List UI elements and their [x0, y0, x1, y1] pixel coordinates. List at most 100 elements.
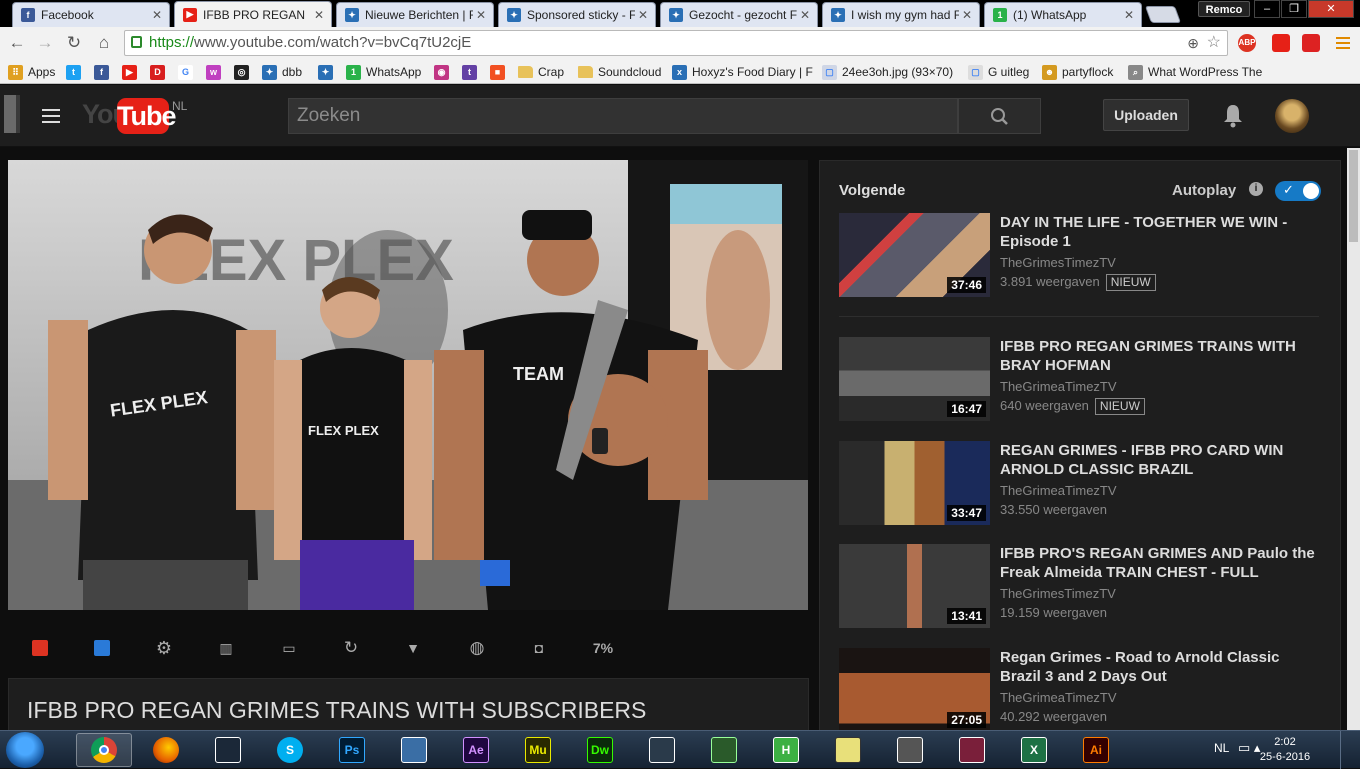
reload-icon[interactable]: ↻ — [63, 33, 85, 53]
bookmark-item[interactable]: ▢ G uitleg — [968, 63, 1029, 81]
bookmark-item[interactable]: t — [66, 63, 86, 81]
close-icon[interactable]: ✕ — [1308, 0, 1354, 18]
bookmark-item[interactable]: ⠿ Apps — [8, 63, 55, 81]
taskbar-illustrator[interactable]: Ai — [1068, 733, 1124, 767]
related-video-item[interactable]: 37:46 DAY IN THE LIFE - TOGETHER WE WIN -… — [839, 213, 1319, 299]
related-video-item[interactable]: 13:41 IFBB PRO'S REGAN GRIMES AND Paulo t… — [839, 544, 1319, 630]
browser-tab[interactable]: f Facebook ✕ — [12, 2, 170, 27]
taskbar-steam[interactable] — [200, 733, 256, 767]
video-player[interactable]: FLEX PLEX FLEX PLEX FLEX PLEX TEAM — [8, 160, 808, 610]
taskbar-chrome[interactable] — [76, 733, 132, 767]
browser-tab[interactable]: ✦ Sponsored sticky - F ✕ — [498, 2, 656, 27]
taskbar-muse[interactable]: Mu — [510, 733, 566, 767]
video-thumbnail[interactable]: 13:41 — [839, 544, 990, 628]
bookmark-item[interactable]: ▢ 24ee3oh.jpg (93×70) — [822, 63, 953, 81]
maximize-icon[interactable]: ❐ — [1281, 0, 1307, 18]
tab-close-icon[interactable]: ✕ — [959, 8, 975, 22]
related-video-title[interactable]: IFBB PRO'S REGAN GRIMES AND Paulo the Fr… — [1000, 544, 1320, 582]
tab-close-icon[interactable]: ✕ — [1121, 8, 1137, 22]
clock[interactable]: 2:02 25-6-2016 — [1250, 735, 1320, 765]
film-icon[interactable]: ▥ — [216, 638, 236, 658]
video-thumbnail[interactable]: 16:47 — [839, 337, 990, 421]
scrollbar-thumb[interactable] — [1349, 150, 1358, 242]
taskbar-film[interactable] — [634, 733, 690, 767]
browser-tab[interactable]: ✦ Nieuwe Berichten | F ✕ — [336, 2, 494, 27]
taskbar-dreamweaver[interactable]: Dw — [572, 733, 628, 767]
bookmark-item[interactable]: w — [206, 63, 226, 81]
taskbar-firefox[interactable] — [138, 733, 194, 767]
back-icon[interactable]: ← — [6, 33, 28, 53]
settings-icon[interactable]: ⚙ — [154, 638, 174, 658]
start-button[interactable] — [6, 732, 44, 768]
page-scrollbar[interactable] — [1347, 148, 1360, 730]
tab-close-icon[interactable]: ✕ — [797, 8, 813, 22]
taskbar-notes[interactable] — [820, 733, 876, 767]
bookmark-item[interactable]: Crap — [518, 63, 564, 81]
bookmark-item[interactable]: ▶ — [122, 63, 142, 81]
taskbar-spider[interactable] — [944, 733, 1000, 767]
related-video-item[interactable]: 27:05 Regan Grimes - Road to Arnold Class… — [839, 648, 1319, 734]
taskbar-excel[interactable]: X — [1006, 733, 1062, 767]
expand-icon[interactable] — [92, 638, 112, 658]
zoom-level[interactable]: 7% — [590, 638, 616, 658]
red-extension-icon[interactable] — [1302, 34, 1320, 52]
bookmark-item[interactable]: ☻ partyflock — [1042, 63, 1113, 81]
video-thumbnail[interactable]: 37:46 — [839, 213, 990, 297]
bookmark-item[interactable]: G — [178, 63, 198, 81]
video-thumbnail[interactable]: 27:05 — [839, 648, 990, 732]
video-thumbnail[interactable]: 33:47 — [839, 441, 990, 525]
autoplay-toggle[interactable]: ✓ — [1275, 181, 1321, 201]
zoom-icon[interactable]: ⊕ — [1187, 31, 1199, 55]
taskbar-camtasia[interactable] — [696, 733, 752, 767]
taskbar-h-app[interactable]: H — [758, 733, 814, 767]
tab-close-icon[interactable]: ✕ — [311, 8, 327, 22]
browser-tab[interactable]: ✦ Gezocht - gezocht F ✕ — [660, 2, 818, 27]
tab-close-icon[interactable]: ✕ — [149, 8, 165, 22]
bookmark-item[interactable]: ⌕ What WordPress The — [1128, 63, 1262, 81]
loop-icon[interactable]: ↻ — [341, 638, 361, 658]
address-bar[interactable]: https://www.youtube.com/watch?v=bvCq7tU2… — [124, 30, 1228, 56]
youtube-extension-icon[interactable] — [1272, 34, 1290, 52]
minimize-icon[interactable]: – — [1254, 0, 1280, 18]
new-tab-button[interactable] — [1144, 6, 1182, 23]
bookmark-item[interactable]: ✦ dbb — [262, 63, 302, 81]
upload-button[interactable]: Uploaden — [1103, 99, 1189, 131]
taskbar-game[interactable] — [882, 733, 938, 767]
record-icon[interactable] — [30, 638, 50, 658]
browser-tab[interactable]: ✦ I wish my gym had F ✕ — [822, 2, 980, 27]
bookmark-item[interactable]: 1 WhatsApp — [346, 63, 421, 81]
screenshot-icon[interactable]: ◘ — [529, 638, 549, 658]
bookmark-item[interactable]: ✦ — [318, 63, 338, 81]
browser-tab[interactable]: 1 (1) WhatsApp ✕ — [984, 2, 1142, 27]
taskbar-skype[interactable]: S — [262, 733, 318, 767]
related-video-title[interactable]: REGAN GRIMES - IFBB PRO CARD WIN ARNOLD … — [1000, 441, 1320, 479]
info-icon[interactable]: i — [1249, 182, 1263, 196]
profile-button[interactable]: Remco — [1198, 1, 1250, 17]
bookmark-item[interactable]: ■ — [490, 63, 510, 81]
related-video-title[interactable]: IFBB PRO REGAN GRIMES TRAINS WITH BRAY H… — [1000, 337, 1320, 375]
bookmark-item[interactable]: t — [462, 63, 482, 81]
palette-icon[interactable]: ◍ — [467, 638, 487, 658]
related-video-title[interactable]: Regan Grimes - Road to Arnold Classic Br… — [1000, 648, 1320, 686]
search-input[interactable]: Zoeken — [288, 98, 958, 134]
bookmark-star-icon[interactable]: ☆ — [1207, 31, 1221, 55]
home-icon[interactable]: ⌂ — [93, 33, 115, 53]
tab-close-icon[interactable]: ✕ — [473, 8, 489, 22]
related-video-item[interactable]: 33:47 REGAN GRIMES - IFBB PRO CARD WIN AR… — [839, 441, 1319, 527]
taskbar-after-effects[interactable]: Ae — [448, 733, 504, 767]
show-desktop-button[interactable] — [1340, 731, 1360, 769]
notification-bell-icon[interactable] — [1219, 101, 1247, 129]
tab-close-icon[interactable]: ✕ — [635, 8, 651, 22]
language-indicator[interactable]: NL — [1214, 741, 1229, 755]
bookmark-item[interactable]: ◎ — [234, 63, 254, 81]
bookmark-item[interactable]: Soundcloud — [578, 63, 661, 81]
bookmark-item[interactable]: x Hoxyz's Food Diary | F — [672, 63, 813, 81]
related-video-item[interactable]: 16:47 IFBB PRO REGAN GRIMES TRAINS WITH B… — [839, 337, 1319, 423]
browser-tab[interactable]: ▶ IFBB PRO REGAN ✕ — [174, 1, 332, 27]
menu-icon[interactable] — [1334, 34, 1352, 52]
forward-icon[interactable]: → — [34, 33, 56, 53]
taskbar-photoshop[interactable]: Ps — [324, 733, 380, 767]
guide-menu-icon[interactable] — [42, 109, 60, 123]
bookmark-item[interactable]: ◉ — [434, 63, 454, 81]
taskbar-keyboard[interactable] — [386, 733, 442, 767]
